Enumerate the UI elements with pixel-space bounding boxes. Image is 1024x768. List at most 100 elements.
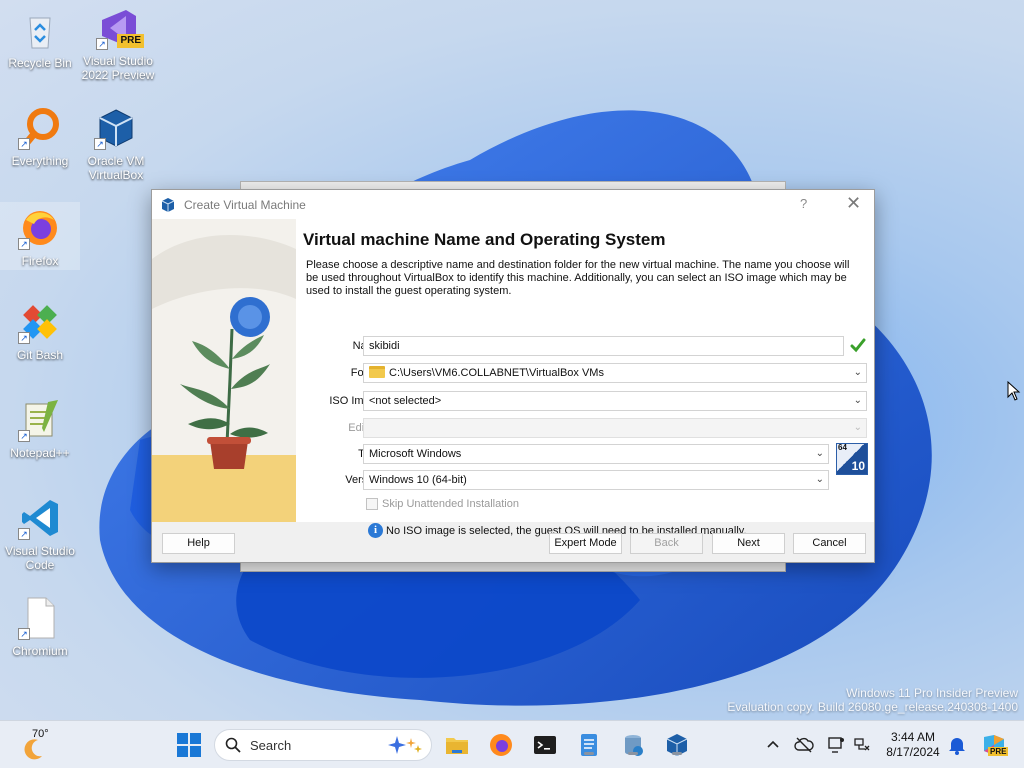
chevron-down-icon: ⌄ [853,395,862,406]
desktop-icon-label: Git Bash [16,348,64,362]
chevron-down-icon: ⌄ [853,367,862,378]
chevron-down-icon: ⌄ [815,448,824,459]
back-button[interactable]: Back [630,533,703,554]
recycle-bin-icon [18,8,62,52]
desktop-icon-virtualbox[interactable]: ↗ Oracle VM VirtualBox [76,106,156,182]
desktop-icon-label: Chromium [12,644,68,658]
shortcut-arrow-icon: ↗ [18,628,30,640]
search-placeholder: Search [250,738,292,753]
virtualbox-icon [161,197,175,212]
clock-time: 3:44 AM [890,730,936,744]
desktop-icon-label: Everything [11,154,69,168]
help-button[interactable]: Help [162,533,235,554]
type-value: Microsoft Windows [369,448,462,460]
info-icon: i [368,523,383,538]
clock-date: 8/17/2024 [886,745,940,759]
dialog-titlebar[interactable]: Create Virtual Machine ? ✕ [152,190,874,219]
folder-select[interactable]: C:\Users\VM6.COLLABNET\VirtualBox VMs ⌄ [363,363,867,383]
create-vm-dialog: Create Virtual Machine ? ✕ Virtual machi… [151,189,875,563]
checkbox-box[interactable] [366,498,378,510]
terminal-taskbar-button[interactable] [532,732,558,758]
folder-value: C:\Users\VM6.COLLABNET\VirtualBox VMs [389,367,604,379]
desktop-icon-chromium[interactable]: ↗ Chromium [0,596,80,658]
desktop-icon-vscode[interactable]: ↗ Visual Studio Code [0,496,80,572]
iso-select[interactable]: <not selected> ⌄ [363,391,867,411]
valid-check-icon [850,338,866,353]
chevron-down-icon: ⌄ [815,474,824,485]
running-indicator [584,752,594,755]
start-icon[interactable] [176,732,202,758]
virtualbox-taskbar-button[interactable] [664,732,690,758]
notepadpp-icon: ↗ [18,398,62,442]
notepad-taskbar-button[interactable] [576,732,602,758]
taskbar: 70° Search 3:44 AM 8/17/2024 PRE [0,720,1024,768]
evaluation-watermark: Windows 11 Pro Insider Preview Evaluatio… [727,686,1018,714]
version-select[interactable]: Windows 10 (64-bit) ⌄ [363,470,829,490]
windows-10-os-icon: 64 10 [836,443,868,475]
next-button[interactable]: Next [712,533,785,554]
pre-badge: PRE [117,34,144,48]
folder-icon [369,366,385,378]
cloud-offline-icon[interactable] [794,735,814,755]
desktop-icon-git-bash[interactable]: ↗ Git Bash [0,300,80,362]
search-highlight-icon [388,736,422,754]
git-bash-icon: ↗ [18,300,62,344]
expert-mode-button[interactable]: Expert Mode [549,533,622,554]
dialog-title: Create Virtual Machine [184,197,306,212]
firefox-icon [490,734,512,756]
visual-studio-icon: PRE ↗ [96,6,144,50]
weather-widget[interactable]: 70° [20,728,60,762]
skip-unattended-label: Skip Unattended Installation [382,498,519,510]
terminal-icon [534,736,556,754]
cancel-button[interactable]: Cancel [793,533,866,554]
display-icon[interactable] [826,735,846,755]
skip-unattended-checkbox[interactable]: Skip Unattended Installation [366,498,519,510]
desktop-icon-firefox[interactable]: ↗ Firefox [0,202,80,270]
shortcut-arrow-icon: ↗ [18,238,30,250]
running-indicator [672,752,682,755]
virtualbox-icon: ↗ [94,106,138,150]
help-icon[interactable]: ? [800,196,807,211]
search-icon [225,737,241,753]
os-badge-bits: 64 [838,443,847,452]
vscode-icon: ↗ [18,496,62,540]
file-explorer-taskbar-button[interactable] [444,732,470,758]
database-taskbar-button[interactable] [620,732,646,758]
chevron-up-icon[interactable] [764,736,782,754]
shortcut-arrow-icon: ↗ [18,332,30,344]
watermark-line-2: Evaluation copy. Build 26080.ge_release.… [727,700,1018,714]
plant-illustration [152,219,296,522]
shortcut-arrow-icon: ↗ [18,430,30,442]
desktop-icon-label: Recycle Bin [8,56,72,70]
desktop-icon-visual-studio[interactable]: PRE ↗ Visual Studio 2022 Preview [78,6,158,82]
type-select[interactable]: Microsoft Windows ⌄ [363,444,829,464]
page-heading: Virtual machine Name and Operating Syste… [303,230,666,249]
firefox-taskbar-button[interactable] [488,732,514,758]
network-icon[interactable] [852,735,872,755]
dialog-body: Virtual machine Name and Operating Syste… [152,219,874,538]
notification-bell-icon[interactable] [948,735,966,755]
desktop-icon-label: Firefox [21,254,59,268]
desktop-icon-recycle-bin[interactable]: Recycle Bin [0,8,80,70]
name-field[interactable]: skibidi [363,336,844,356]
version-value: Windows 10 (64-bit) [369,474,467,486]
file-icon: ↗ [18,596,62,640]
desktop-icon-notepadpp[interactable]: ↗ Notepad++ [0,398,80,460]
desktop-icon-label: Visual Studio 2022 Preview [81,54,155,82]
shortcut-arrow-icon: ↗ [96,38,108,50]
taskbar-search[interactable]: Search [214,729,432,761]
shortcut-arrow-icon: ↗ [18,528,30,540]
desktop-icon-label: Notepad++ [10,446,70,460]
shortcut-arrow-icon: ↗ [94,138,106,150]
firefox-icon: ↗ [18,206,62,250]
running-indicator [628,752,638,755]
folder-icon [446,738,468,754]
page-description: Please choose a descriptive name and des… [306,259,850,297]
close-icon[interactable]: ✕ [846,193,861,214]
edition-select[interactable]: ⌄ [363,418,867,438]
desktop-icon-everything[interactable]: ↗ Everything [0,106,80,168]
copilot-button[interactable]: PRE [980,731,1009,759]
everything-icon: ↗ [18,106,62,150]
system-clock[interactable]: 3:44 AM 8/17/2024 [880,730,946,760]
watermark-line-1: Windows 11 Pro Insider Preview [846,686,1018,700]
